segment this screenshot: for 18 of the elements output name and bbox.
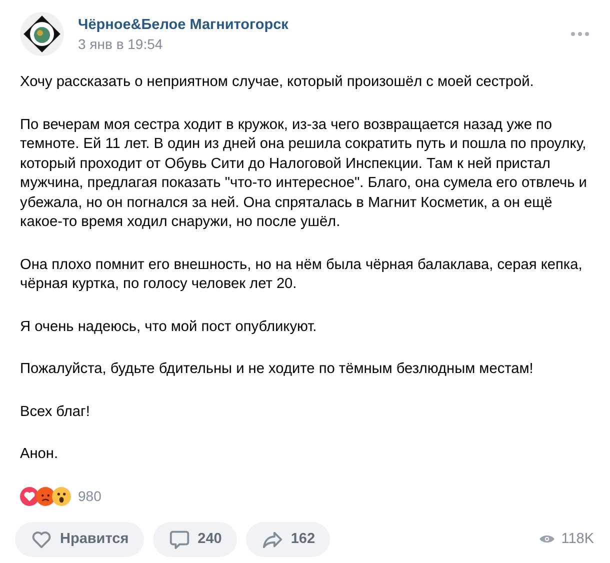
post-paragraph: Пожалуйста, будьте бдительны и не ходите по тёмным безлюдным местам! (20, 360, 534, 379)
post-paragraph: Хочу рассказать о неприятном случае, который произошёл с моей сестрой. (20, 73, 535, 92)
post-paragraph: По вечерам моя сестра ходит в кружок, из-за чего возвращается назад уже по темноте. Ей 11 лет. В один из дней она решила сократить путь и пошла по проулку, который проходит от Обувь Сити до Налоговой Инспекции. Там к ней пристал мужчина, предлагая показать "что-то интересное". Благо, она сумела его отвлечь и убежала, но он погнался за ней. Она спряталась в Магнит Косметик, а он ещё какое-то время ходил снаружи, но после ушёл. (20, 116, 588, 232)
post-date[interactable]: 3 янв в 19:54 (78, 36, 556, 52)
post-paragraph: Я очень надеюсь, что мой пост опубликуют. (20, 318, 318, 336)
surprised-face-icon[interactable] (52, 486, 71, 506)
reaction-count: 980 (78, 488, 102, 504)
view-count: 118K (561, 531, 594, 547)
post-paragraph: Анон. (20, 445, 60, 464)
post-paragraph: Всех благ! (20, 402, 91, 422)
comment-button[interactable]: 240 (152, 522, 237, 556)
heart-reaction-icon[interactable] (20, 486, 39, 506)
like-button[interactable]: Нравится (15, 522, 144, 556)
post-paragraph: Она плохо помнит его внешность, но на нём была чёрная балаклава, серая кепка, чёрная куртка, по голосу человек лет 20. (20, 256, 584, 294)
angry-face-icon[interactable] (36, 486, 55, 506)
share-button[interactable]: 162 (246, 522, 330, 556)
avatar-icon[interactable] (20, 12, 64, 56)
author-link[interactable]: Чёрное&Белое Магнитогорск (78, 16, 556, 32)
